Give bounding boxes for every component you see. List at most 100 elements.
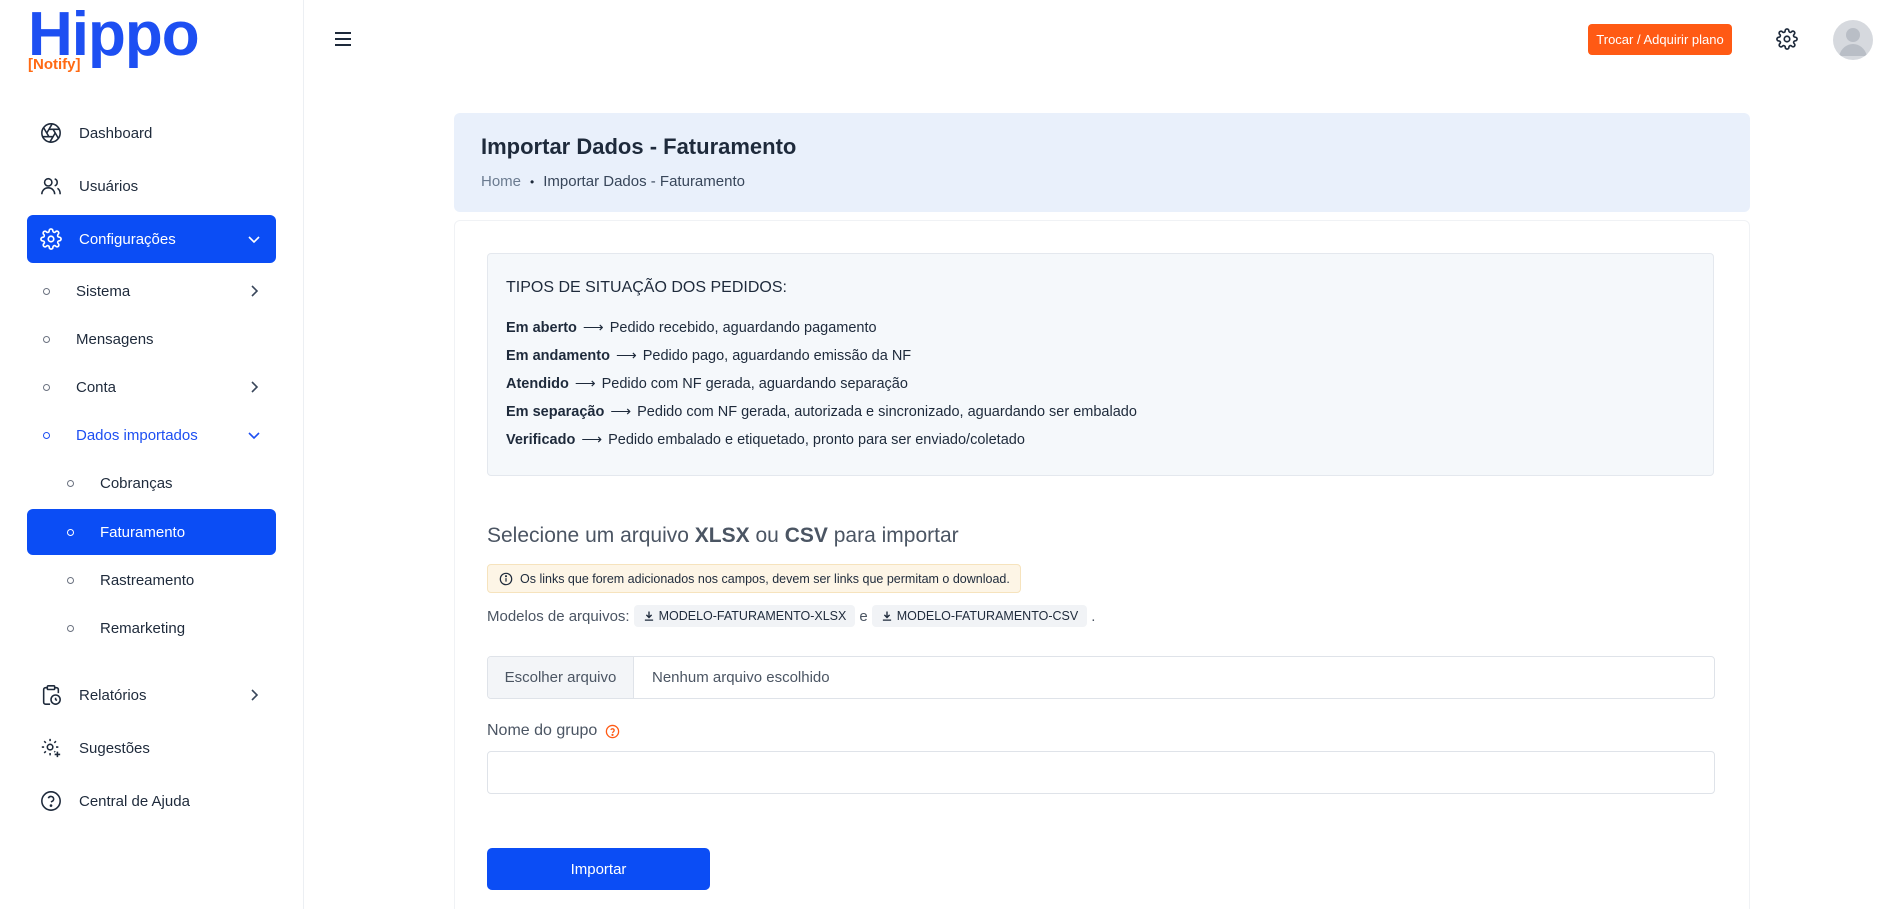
title-csv: CSV — [784, 524, 828, 547]
chevron-right-icon — [246, 687, 262, 703]
page-header: Importar Dados - Faturamento Home • Impo… — [454, 113, 1750, 212]
sidebar-item-label: Central de Ajuda — [79, 792, 190, 810]
sidebar-item-label: Cobranças — [100, 474, 173, 492]
chevron-right-icon — [246, 379, 262, 395]
choose-file-button[interactable]: Escolher arquivo — [488, 657, 634, 698]
aperture-icon — [39, 121, 63, 145]
sidebar-item-configuracoes[interactable]: Configurações — [27, 215, 276, 263]
title-or: ou — [755, 524, 779, 547]
sidebar-item-dashboard[interactable]: Dashboard — [27, 109, 276, 157]
arrow-icon: ⟶ — [610, 404, 632, 420]
sidebar: Hippo [Notify] Dashboard Usuários Config… — [0, 0, 304, 909]
breadcrumb-separator: • — [530, 174, 535, 189]
sidebar-item-usuarios[interactable]: Usuários — [27, 162, 276, 210]
sidebar-item-dados-importados[interactable]: Dados importados — [27, 412, 276, 458]
sidebar-item-label: Dados importados — [76, 426, 198, 444]
clipboard-clock-icon — [39, 683, 63, 707]
download-csv-model-link[interactable]: MODELO-FATURAMENTO-CSV — [871, 605, 1088, 627]
file-upload-input[interactable]: Escolher arquivo Nenhum arquivo escolhid… — [487, 656, 1715, 699]
chevron-right-icon — [246, 283, 262, 299]
arrow-icon: ⟶ — [581, 432, 603, 448]
sidebar-item-label: Mensagens — [76, 330, 154, 348]
status-line: Atendido ⟶ Pedido com NF gerada, aguardand… — [506, 376, 908, 392]
download-icon — [644, 611, 653, 621]
download-xlsx-model-link[interactable]: MODELO-FATURAMENTO-XLSX — [633, 605, 856, 627]
chevron-down-icon — [246, 231, 262, 247]
import-section-title: Selecione um arquivo XLSX ou CSV para im… — [487, 524, 959, 548]
page-title: Importar Dados - Faturamento — [481, 134, 797, 159]
sidebar-item-sistema[interactable]: Sistema — [27, 268, 276, 314]
sidebar-item-conta[interactable]: Conta — [27, 364, 276, 410]
avatar[interactable] — [1833, 20, 1873, 60]
gear-plus-icon — [39, 736, 63, 760]
sidebar-item-faturamento[interactable]: Faturamento — [27, 509, 276, 555]
status-term: Atendido — [506, 376, 569, 392]
status-description: Pedido com NF gerada, autorizada e sincr… — [637, 404, 1137, 420]
sidebar-item-remarketing[interactable]: Remarketing — [27, 605, 276, 651]
users-icon — [39, 174, 63, 198]
logo-subtitle: [Notify] — [28, 56, 81, 73]
sidebar-item-label: Sugestões — [79, 739, 150, 757]
sidebar-item-label: Remarketing — [100, 619, 186, 637]
title-prefix: Selecione um arquivo — [487, 524, 689, 547]
status-term: Em andamento — [506, 348, 610, 364]
sidebar-item-sugestoes[interactable]: Sugestões — [27, 724, 276, 772]
gear-icon — [39, 227, 63, 251]
status-term: Em aberto — [506, 320, 577, 336]
sidebar-item-rastreamento[interactable]: Rastreamento — [27, 557, 276, 603]
sidebar-item-label: Configurações — [79, 230, 176, 248]
file-models-row: Modelos de arquivos: MODELO-FATURAMENTO-… — [487, 604, 1095, 628]
import-button[interactable]: Importar — [487, 848, 710, 890]
sidebar-item-cobrancas[interactable]: Cobranças — [27, 460, 276, 506]
title-xlsx: XLSX — [694, 524, 750, 547]
status-term: Verificado — [506, 432, 576, 448]
status-heading: TIPOS DE SITUAÇÃO DOS PEDIDOS: — [506, 279, 787, 296]
breadcrumb-home-link[interactable]: Home — [481, 173, 521, 190]
status-line: Em aberto ⟶ Pedido recebido, aguardando pa… — [506, 320, 877, 336]
change-plan-button[interactable]: Trocar / Adquirir plano — [1588, 24, 1732, 55]
sidebar-item-label: Usuários — [79, 177, 139, 195]
title-suffix: para importar — [833, 524, 959, 547]
bullet-icon — [43, 431, 50, 439]
menu-toggle-icon[interactable] — [333, 30, 353, 48]
help-icon[interactable] — [605, 724, 620, 739]
settings-gear-icon[interactable] — [1776, 28, 1798, 50]
sidebar-item-label: Relatórios — [79, 686, 147, 704]
file-status-text: Nenhum arquivo escolhido — [652, 669, 830, 686]
bullet-icon — [67, 576, 74, 584]
group-label-text: Nome do grupo — [487, 722, 598, 739]
sidebar-item-label: Rastreamento — [100, 571, 195, 589]
sidebar-item-relatorios[interactable]: Relatórios — [27, 671, 276, 719]
status-line: Em andamento ⟶ Pedido pago, aguardando emi… — [506, 348, 911, 364]
help-circle-icon — [39, 789, 63, 813]
models-and: e — [859, 607, 868, 625]
download-links-notice: Os links que forem adicionados nos campo… — [487, 564, 1021, 593]
status-description: Pedido recebido, aguardando pagamento — [609, 320, 877, 336]
sidebar-item-mensagens[interactable]: Mensagens — [27, 316, 276, 362]
bullet-icon — [43, 287, 50, 295]
bullet-icon — [67, 479, 74, 487]
model-csv-label: MODELO-FATURAMENTO-CSV — [896, 609, 1079, 623]
sidebar-item-label: Dashboard — [79, 124, 153, 142]
arrow-icon: ⟶ — [615, 348, 637, 364]
model-xlsx-label: MODELO-FATURAMENTO-XLSX — [658, 609, 847, 623]
chevron-down-icon — [246, 427, 262, 443]
breadcrumb: Home • Importar Dados - Faturamento — [481, 173, 745, 190]
order-status-info-box: TIPOS DE SITUAÇÃO DOS PEDIDOS: Em aberto… — [487, 253, 1714, 476]
status-description: Pedido pago, aguardando emissão da NF — [642, 348, 912, 364]
arrow-icon: ⟶ — [574, 376, 596, 392]
group-name-input[interactable] — [487, 751, 1715, 794]
models-label: Modelos de arquivos: — [487, 607, 630, 625]
sidebar-item-label: Faturamento — [100, 523, 186, 541]
bullet-icon — [67, 528, 74, 536]
sidebar-item-central-ajuda[interactable]: Central de Ajuda — [27, 777, 276, 825]
bullet-icon — [43, 383, 50, 391]
breadcrumb-current: Importar Dados - Faturamento — [543, 173, 745, 190]
logo[interactable]: Hippo [Notify] — [28, 2, 208, 76]
status-description: Pedido embalado e etiquetado, pronto par… — [608, 432, 1025, 448]
arrow-icon: ⟶ — [582, 320, 604, 336]
status-term: Em separação — [506, 404, 605, 420]
status-line: Verificado ⟶ Pedido embalado e etiquetado,… — [506, 432, 1025, 448]
bullet-icon — [43, 335, 50, 343]
group-name-label: Nome do grupo — [487, 722, 620, 740]
